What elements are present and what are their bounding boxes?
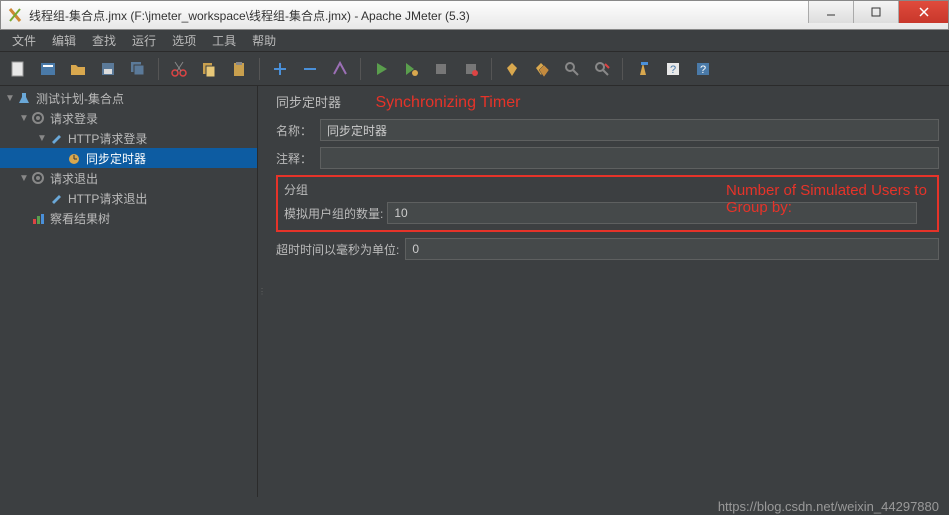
menu-edit[interactable]: 编辑 <box>44 30 84 51</box>
search-icon[interactable] <box>560 57 584 81</box>
gear-icon <box>30 170 46 186</box>
svg-text:?: ? <box>670 64 676 76</box>
timer-icon <box>66 150 82 166</box>
toolbar-separator <box>259 58 260 80</box>
app-icon <box>7 7 23 23</box>
tree-request-logout[interactable]: ▼ 请求退出 <box>0 168 257 188</box>
help-icon[interactable]: ? <box>661 57 685 81</box>
stop-icon[interactable] <box>429 57 453 81</box>
menu-help[interactable]: 帮助 <box>244 30 284 51</box>
content-panel: 同步定时器 Synchronizing Timer 名称： 注释： 分组 模拟用… <box>266 86 949 497</box>
sim-users-label: 模拟用户组的数量: <box>284 205 383 222</box>
pipette-icon <box>48 190 64 206</box>
menu-tools[interactable]: 工具 <box>204 30 244 51</box>
save-icon[interactable] <box>96 57 120 81</box>
tree-label: 请求登录 <box>50 110 98 127</box>
comment-label: 注释： <box>276 150 320 167</box>
tree-label: 察看结果树 <box>50 210 110 227</box>
tree-http-logout[interactable]: HTTP请求退出 <box>0 188 257 208</box>
close-button[interactable] <box>898 1 948 23</box>
toolbar-separator <box>158 58 159 80</box>
tree-label: HTTP请求登录 <box>68 130 147 147</box>
results-icon <box>30 210 46 226</box>
tree-panel: ▼ 测试计划-集合点 ▼ 请求登录 ▼ HTTP请求登录 同步定时器 ▼ 请求退… <box>0 86 258 497</box>
tree-view-results[interactable]: 察看结果树 <box>0 208 257 228</box>
tree-label: HTTP请求退出 <box>68 190 147 207</box>
reset-search-icon[interactable] <box>590 57 614 81</box>
name-label: 名称： <box>276 122 320 139</box>
toolbar: ? ? <box>0 52 949 86</box>
gear-icon <box>30 110 46 126</box>
footer-url: https://blog.csdn.net/weixin_44297880 <box>718 499 939 514</box>
chevron-down-icon[interactable]: ▼ <box>18 173 30 184</box>
flask-icon <box>16 90 32 106</box>
help-context-icon[interactable]: ? <box>691 57 715 81</box>
chevron-down-icon[interactable]: ▼ <box>18 113 30 124</box>
chevron-down-icon[interactable]: ▼ <box>4 93 16 104</box>
tree-http-login[interactable]: ▼ HTTP请求登录 <box>0 128 257 148</box>
menu-search[interactable]: 查找 <box>84 30 124 51</box>
toolbar-separator <box>491 58 492 80</box>
name-input[interactable] <box>320 119 939 141</box>
tree-label: 请求退出 <box>50 170 98 187</box>
tree-label: 同步定时器 <box>86 150 146 167</box>
panel-title: 同步定时器 <box>276 92 341 111</box>
new-icon[interactable] <box>6 57 30 81</box>
start-icon[interactable] <box>369 57 393 81</box>
minimize-button[interactable] <box>808 1 853 23</box>
window-title: 线程组-集合点.jmx (F:\jmeter_workspace\线程组-集合点… <box>29 7 808 24</box>
tree-test-plan[interactable]: ▼ 测试计划-集合点 <box>0 88 257 108</box>
copy-icon[interactable] <box>197 57 221 81</box>
clear-all-icon[interactable] <box>530 57 554 81</box>
timeout-label: 超时时间以毫秒为单位: <box>276 241 399 258</box>
menubar: 文件 编辑 查找 运行 选项 工具 帮助 <box>0 30 949 52</box>
menu-file[interactable]: 文件 <box>4 30 44 51</box>
shutdown-icon[interactable] <box>459 57 483 81</box>
start-no-pause-icon[interactable] <box>399 57 423 81</box>
tree-sync-timer[interactable]: 同步定时器 <box>0 148 257 168</box>
annotation-title: Synchronizing Timer <box>375 94 520 111</box>
collapse-icon[interactable] <box>298 57 322 81</box>
tree-label: 测试计划-集合点 <box>36 90 124 107</box>
templates-icon[interactable] <box>36 57 60 81</box>
open-icon[interactable] <box>66 57 90 81</box>
toggle-icon[interactable] <box>328 57 352 81</box>
cut-icon[interactable] <box>167 57 191 81</box>
expand-icon[interactable] <box>268 57 292 81</box>
footer: https://blog.csdn.net/weixin_44297880 <box>0 497 949 515</box>
paste-icon[interactable] <box>227 57 251 81</box>
menu-options[interactable]: 选项 <box>164 30 204 51</box>
chevron-down-icon[interactable]: ▼ <box>36 133 48 144</box>
pipette-icon <box>48 130 64 146</box>
maximize-button[interactable] <box>853 1 898 23</box>
comment-input[interactable] <box>320 147 939 169</box>
splitter[interactable]: ⋮ <box>258 86 266 497</box>
toolbar-separator <box>360 58 361 80</box>
save-all-icon[interactable] <box>126 57 150 81</box>
function-helper-icon[interactable] <box>631 57 655 81</box>
annotation-users: Number of Simulated Users to Group by: <box>726 182 949 216</box>
menu-run[interactable]: 运行 <box>124 30 164 51</box>
window-titlebar: 线程组-集合点.jmx (F:\jmeter_workspace\线程组-集合点… <box>0 0 949 30</box>
toolbar-separator <box>622 58 623 80</box>
tree-request-login[interactable]: ▼ 请求登录 <box>0 108 257 128</box>
clear-icon[interactable] <box>500 57 524 81</box>
svg-text:?: ? <box>700 64 706 76</box>
timeout-input[interactable] <box>405 238 939 260</box>
